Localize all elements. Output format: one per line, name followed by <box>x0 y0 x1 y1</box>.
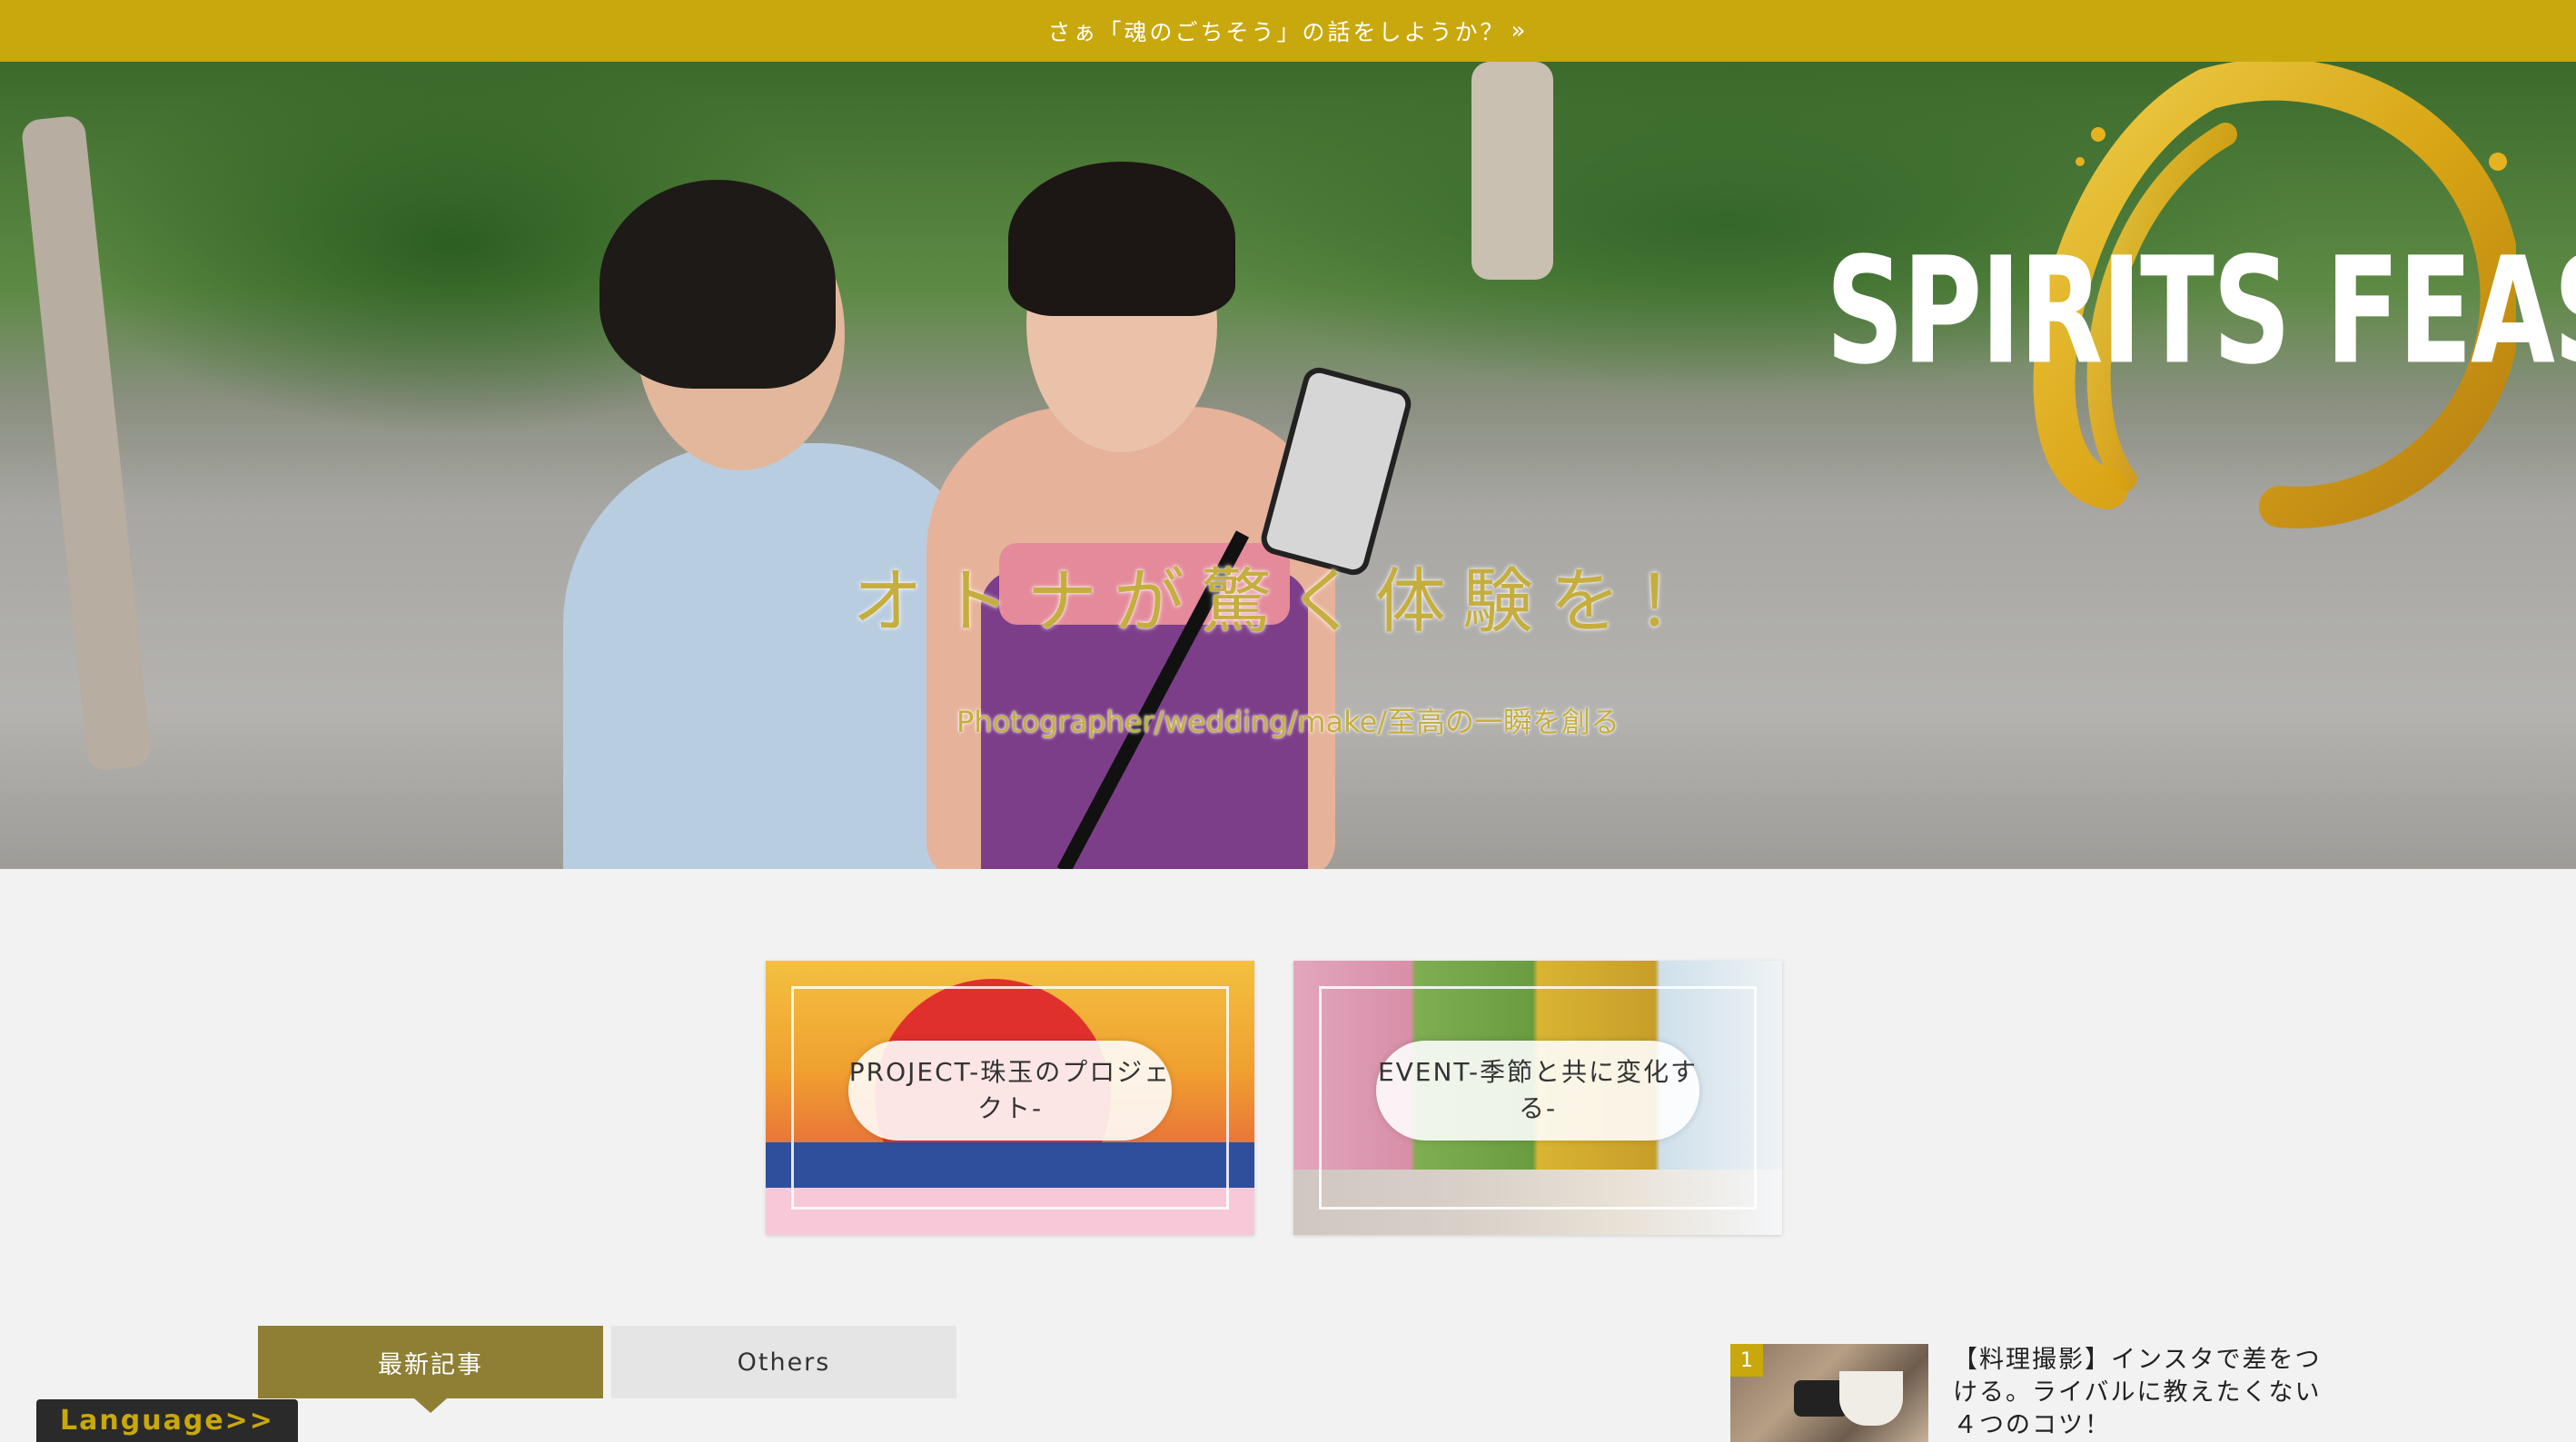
language-button[interactable]: Language>> <box>36 1399 298 1442</box>
active-tab-caret-icon <box>414 1398 447 1413</box>
photo-person-hair <box>599 180 836 389</box>
event-card[interactable]: EVENT-季節と共に変化する- <box>1293 961 1782 1235</box>
announcement-text[interactable]: さぁ「魂のごちそう」の話をしようか？ <box>1048 15 1506 47</box>
photo-model-hair <box>1008 162 1235 316</box>
double-chevron-right-icon: » <box>1511 17 1529 44</box>
event-card-label[interactable]: EVENT-季節と共に変化する- <box>1376 1041 1699 1141</box>
rank-badge: 1 <box>1730 1344 1763 1377</box>
hero-subtitle: Photographer/wedding/make/至高の一瞬を創る <box>956 705 1620 739</box>
site-logo[interactable]: SPIRITS FEAST <box>1826 62 2576 534</box>
project-card[interactable]: PROJECT-珠玉のプロジェクト- <box>766 961 1254 1235</box>
tab-others-label: Others <box>737 1348 831 1377</box>
tab-latest-articles[interactable]: 最新記事 <box>258 1326 603 1413</box>
project-card-label[interactable]: PROJECT-珠玉のプロジェクト- <box>848 1041 1172 1141</box>
tree-trunk <box>1471 62 1553 280</box>
tab-others[interactable]: Others <box>611 1326 956 1398</box>
tree-trunk <box>20 114 153 772</box>
hero-title: オトナが驚く体験を！ <box>851 561 1724 643</box>
cup-graphic <box>1839 1371 1903 1426</box>
ranking-article-title[interactable]: 【料理撮影】インスタで差をつける。ライバルに教えたくない４つのコツ！ <box>1953 1344 2334 1442</box>
tab-latest-label: 最新記事 <box>378 1350 483 1379</box>
announcement-bar[interactable]: さぁ「魂のごちそう」の話をしようか？ » <box>0 0 2576 62</box>
logo-text: SPIRITS FEAST <box>1826 227 2576 398</box>
